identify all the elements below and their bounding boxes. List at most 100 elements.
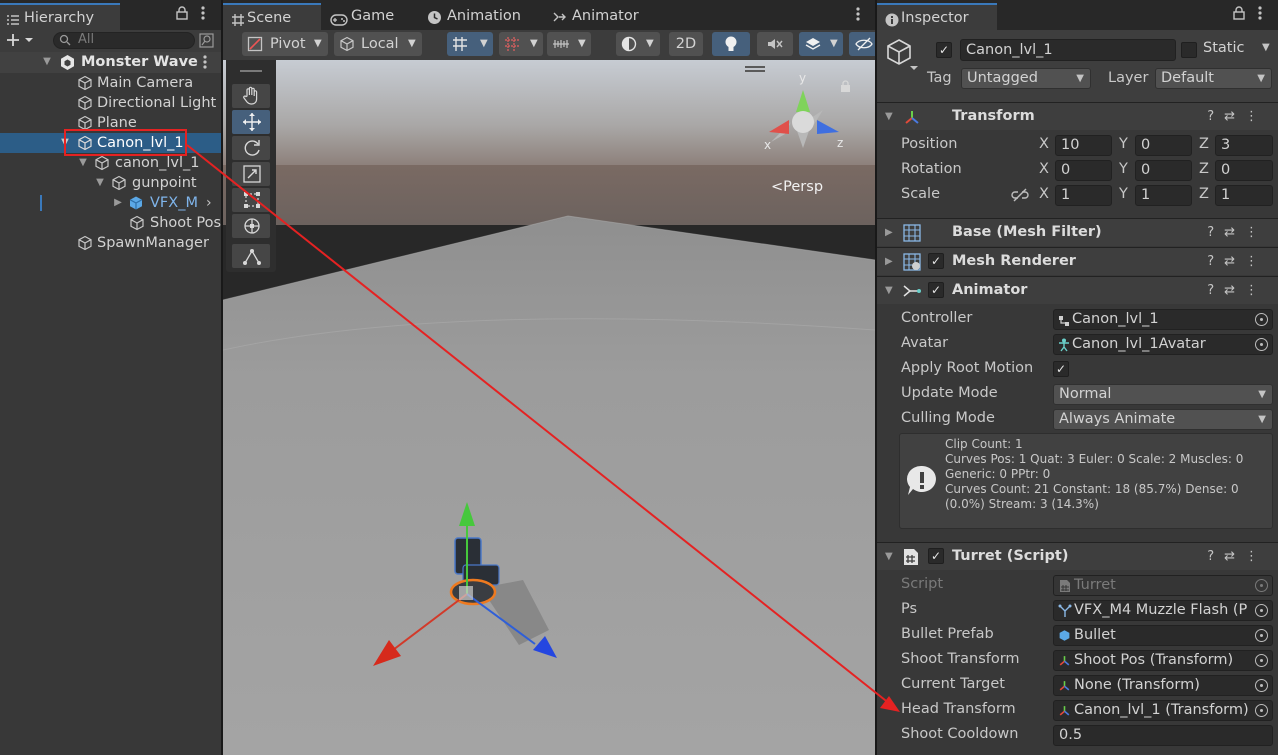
- collapse-arrow-icon[interactable]: ▼: [885, 103, 893, 130]
- rotation-z-field[interactable]: 0: [1215, 160, 1273, 181]
- scene-viewport[interactable]: y x z <Persp: [223, 60, 875, 755]
- tag-dropdown[interactable]: Untagged ▼: [961, 68, 1091, 89]
- animator-enabled-checkbox[interactable]: ✓: [928, 282, 944, 298]
- tab-scene[interactable]: Scene: [223, 3, 321, 30]
- shading-mode-dropdown[interactable]: ▼: [616, 32, 660, 56]
- static-dropdown-arrow-icon[interactable]: ▼: [1262, 42, 1270, 53]
- chevron-right-icon[interactable]: ›: [206, 193, 212, 213]
- culling-mode-dropdown[interactable]: Always Animate ▼: [1053, 409, 1273, 430]
- visibility-toggle[interactable]: [849, 32, 875, 56]
- orientation-gizmo[interactable]: y x z: [763, 70, 843, 160]
- expand-arrow-icon[interactable]: ▶: [885, 248, 893, 275]
- turret-enabled-checkbox[interactable]: ✓: [928, 548, 944, 564]
- audio-toggle[interactable]: [757, 32, 793, 56]
- list-item[interactable]: ▶ VFX_M ›: [0, 193, 221, 213]
- turret-script-header[interactable]: ▼ ✓ Turret (Script) ?⇄⋮: [877, 542, 1278, 570]
- tab-game[interactable]: Game: [325, 3, 415, 30]
- component-actions-icons[interactable]: ?⇄⋮: [1207, 543, 1268, 570]
- scale-x-field[interactable]: 1: [1055, 185, 1112, 206]
- mesh-filter-header[interactable]: ▶ Base (Mesh Filter) ?⇄⋮: [877, 218, 1278, 246]
- apply-root-motion-checkbox[interactable]: ✓: [1053, 361, 1069, 377]
- lighting-toggle[interactable]: [712, 32, 750, 56]
- scale-y-field[interactable]: 1: [1135, 185, 1192, 206]
- mode-2d-button[interactable]: 2D: [669, 32, 703, 56]
- lock-icon[interactable]: [1233, 6, 1245, 24]
- transform-tool-button[interactable]: [232, 214, 270, 238]
- ps-field[interactable]: VFX_M4 Muzzle Flash (P: [1053, 600, 1273, 621]
- tab-animator[interactable]: Animator: [548, 3, 658, 30]
- projection-toggle[interactable]: <Persp: [771, 179, 823, 195]
- object-active-checkbox[interactable]: ✓: [936, 42, 952, 58]
- static-checkbox[interactable]: [1181, 42, 1197, 58]
- mesh-renderer-header[interactable]: ▶ ✓ Mesh Renderer ?⇄⋮: [877, 247, 1278, 275]
- scale-tool-button[interactable]: [232, 162, 270, 186]
- more-options-icon[interactable]: [855, 6, 861, 26]
- collapse-arrow-icon[interactable]: ▼: [885, 277, 893, 304]
- component-actions-icons[interactable]: ?⇄⋮: [1207, 277, 1268, 304]
- rotate-tool-button[interactable]: [232, 136, 270, 160]
- object-picker-icon[interactable]: [1255, 604, 1268, 617]
- lock-icon[interactable]: [176, 6, 188, 24]
- avatar-field[interactable]: Canon_lvl_1Avatar: [1053, 334, 1273, 355]
- ruler-toggle[interactable]: ▼: [547, 32, 591, 56]
- rotation-x-field[interactable]: 0: [1055, 160, 1112, 181]
- object-picker-icon[interactable]: [1255, 338, 1268, 351]
- position-x-field[interactable]: 10: [1055, 135, 1112, 156]
- collapse-arrow-icon[interactable]: ▼: [885, 543, 893, 570]
- increment-snap-toggle[interactable]: ▼: [499, 32, 543, 56]
- expand-arrow-icon[interactable]: ▼: [41, 52, 53, 72]
- expand-arrow-icon[interactable]: ▼: [77, 153, 89, 173]
- hand-tool-button[interactable]: [232, 84, 270, 108]
- tab-animation[interactable]: Animation: [423, 3, 543, 30]
- constrain-proportions-icon[interactable]: [1011, 187, 1029, 207]
- rotation-y-field[interactable]: 0: [1135, 160, 1192, 181]
- animator-header[interactable]: ▼ ✓ Animator ?⇄⋮: [877, 276, 1278, 304]
- shoot-cooldown-field[interactable]: 0.5: [1053, 725, 1273, 746]
- position-y-field[interactable]: 0: [1135, 135, 1192, 156]
- object-name-field[interactable]: Canon_lvl_1: [960, 39, 1176, 61]
- hierarchy-scene-row[interactable]: ▼ Monster Wave: [0, 52, 221, 73]
- update-mode-dropdown[interactable]: Normal ▼: [1053, 384, 1273, 405]
- controller-field[interactable]: Canon_lvl_1: [1053, 309, 1273, 330]
- list-item[interactable]: ▼ canon_lvl_1: [0, 153, 221, 173]
- tab-inspector[interactable]: Inspector: [877, 3, 997, 30]
- custom-tool-button[interactable]: [232, 244, 270, 268]
- local-dropdown[interactable]: Local ▼: [334, 32, 422, 56]
- current-target-field[interactable]: None (Transform): [1053, 675, 1273, 696]
- hierarchy-search-field[interactable]: All: [53, 32, 195, 49]
- object-picker-icon[interactable]: [1255, 679, 1268, 692]
- search-mode-icon[interactable]: [199, 33, 214, 52]
- layer-dropdown[interactable]: Default ▼: [1155, 68, 1272, 89]
- shoot-transform-field[interactable]: Shoot Pos (Transform): [1053, 650, 1273, 671]
- object-picker-icon[interactable]: [1255, 704, 1268, 717]
- expand-arrow-icon[interactable]: ▶: [885, 219, 893, 246]
- component-actions-icons[interactable]: ?⇄⋮: [1207, 219, 1268, 246]
- gizmo-grip[interactable]: [745, 66, 765, 68]
- rect-tool-button[interactable]: [232, 188, 270, 212]
- move-tool-button[interactable]: [232, 110, 270, 134]
- list-item[interactable]: Directional Light: [0, 93, 221, 113]
- tab-hierarchy[interactable]: Hierarchy: [0, 3, 120, 30]
- expand-arrow-icon[interactable]: ▼: [94, 173, 106, 193]
- more-options-icon[interactable]: [1257, 5, 1263, 25]
- object-picker-icon[interactable]: [1255, 654, 1268, 667]
- list-item[interactable]: Shoot Pos: [0, 213, 221, 233]
- effects-toggle[interactable]: ▼: [799, 32, 843, 56]
- position-z-field[interactable]: 3: [1215, 135, 1273, 156]
- transform-header[interactable]: ▼ Transform ?⇄⋮: [877, 102, 1278, 130]
- list-item[interactable]: Main Camera: [0, 73, 221, 93]
- object-picker-icon[interactable]: [1255, 629, 1268, 642]
- pivot-dropdown[interactable]: Pivot ▼: [242, 32, 328, 56]
- scale-z-field[interactable]: 1: [1215, 185, 1273, 206]
- gameobject-large-icon[interactable]: [886, 38, 918, 76]
- list-item[interactable]: SpawnManager: [0, 233, 221, 253]
- head-transform-field[interactable]: Canon_lvl_1 (Transform): [1053, 700, 1273, 721]
- object-picker-icon[interactable]: [1255, 313, 1268, 326]
- grid-snap-toggle[interactable]: ▼: [447, 32, 493, 56]
- component-actions-icons[interactable]: ?⇄⋮: [1207, 248, 1268, 275]
- palette-grip[interactable]: [240, 70, 262, 72]
- mesh-renderer-enabled-checkbox[interactable]: ✓: [928, 253, 944, 269]
- expand-arrow-icon[interactable]: ▶: [112, 193, 124, 213]
- component-actions-icons[interactable]: ?⇄⋮: [1207, 103, 1268, 130]
- list-item[interactable]: ▼ gunpoint: [0, 173, 221, 193]
